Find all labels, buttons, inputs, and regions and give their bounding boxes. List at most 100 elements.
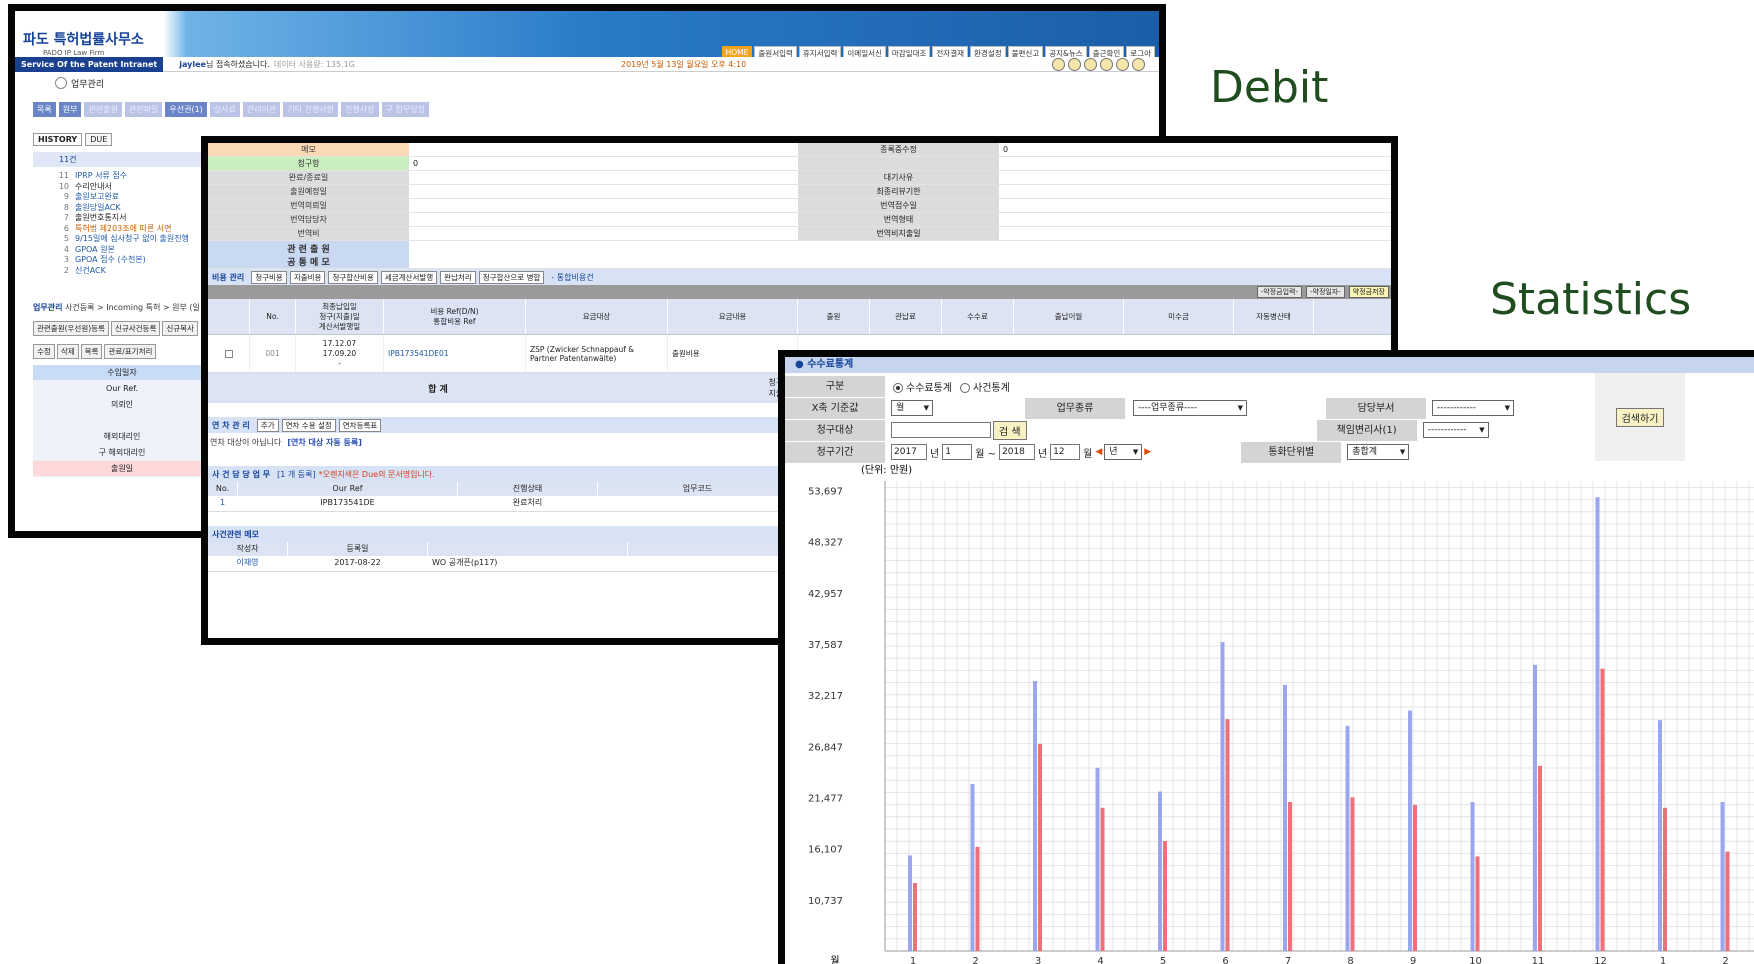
dept-select[interactable]: ------------ bbox=[1432, 400, 1514, 416]
cost-button[interactable]: 완납처리 bbox=[440, 270, 476, 284]
mail-icon[interactable] bbox=[1068, 57, 1081, 71]
next-arrow-icon[interactable]: ▶ bbox=[1144, 447, 1151, 457]
history-title[interactable]: 9/15일에 심사청구 없이 출원진행 bbox=[75, 234, 189, 245]
history-title[interactable]: 출원번호통지서 bbox=[75, 213, 127, 224]
case-tab[interactable]: 관련파일 bbox=[124, 102, 163, 117]
search-button[interactable]: 검색하기 bbox=[1615, 407, 1665, 427]
case-tab[interactable]: 구 업무일정 bbox=[381, 102, 429, 117]
fire-icon[interactable] bbox=[1116, 57, 1129, 71]
field-value[interactable] bbox=[409, 213, 798, 226]
print-icon[interactable] bbox=[1100, 57, 1113, 71]
field-value[interactable] bbox=[999, 213, 1388, 226]
history-row[interactable]: 8 출원당일ACK bbox=[33, 203, 213, 214]
history-title[interactable]: 특허법 제203조에 따른 서면 bbox=[75, 224, 172, 235]
field-value[interactable] bbox=[999, 199, 1388, 212]
from-month-input[interactable]: 1 bbox=[942, 444, 973, 460]
from-year-input[interactable]: 2017 bbox=[891, 444, 927, 460]
case-tab[interactable]: 우선권(1) bbox=[165, 102, 207, 117]
contract-field[interactable]: -약정금입력- bbox=[1256, 286, 1302, 298]
row-checkbox[interactable] bbox=[224, 349, 233, 358]
cost-button[interactable]: 청구비용 bbox=[251, 270, 287, 284]
action-button[interactable]: 목록 bbox=[80, 344, 103, 359]
unit-select[interactable]: 년 bbox=[1104, 444, 1143, 460]
annuity-button[interactable]: 추가 bbox=[256, 418, 279, 432]
field-value[interactable] bbox=[409, 227, 798, 240]
history-title[interactable]: 신건ACK bbox=[75, 266, 106, 277]
history-title[interactable]: 출원보고완료 bbox=[75, 192, 119, 203]
doc-icon[interactable] bbox=[1084, 57, 1097, 71]
field-value[interactable]: 0 bbox=[409, 157, 798, 170]
row-ref[interactable]: IPB173541DE01 bbox=[384, 335, 526, 372]
case-tab[interactable]: 목록 bbox=[33, 102, 56, 117]
field-value[interactable] bbox=[999, 185, 1388, 198]
action-button[interactable]: 관료/표기처리 bbox=[104, 344, 157, 359]
annuity-button[interactable]: 연차 수용 설정 bbox=[281, 418, 336, 432]
action-button[interactable]: 신규복사 bbox=[162, 321, 198, 336]
field-label: 완료/종료일 bbox=[208, 171, 409, 184]
field-value[interactable] bbox=[999, 171, 1388, 184]
annuity-button[interactable]: 연차등록표 bbox=[338, 418, 382, 432]
history-row[interactable]: 3 GPOA 접수 (수천본) bbox=[33, 255, 213, 266]
case-tab[interactable]: 진행사항 bbox=[341, 102, 379, 117]
case-tab[interactable]: 관련출원 bbox=[84, 102, 122, 117]
radio-fee[interactable]: 수수료통계 bbox=[893, 379, 952, 394]
action-button[interactable]: 신규사건등록 bbox=[110, 321, 161, 336]
contract-field[interactable]: 약정금저장 bbox=[1348, 286, 1389, 298]
header-checkbox[interactable] bbox=[208, 299, 250, 334]
history-row[interactable]: 10 수리안내서 bbox=[33, 182, 213, 193]
history-title[interactable]: 출원당일ACK bbox=[75, 203, 121, 214]
home-icon[interactable] bbox=[1052, 57, 1065, 71]
field-value[interactable] bbox=[409, 185, 798, 198]
type-label: 구분 bbox=[785, 375, 885, 397]
action-button[interactable]: 삭제 bbox=[56, 344, 79, 359]
cost-button[interactable]: 청구합산비용 bbox=[328, 270, 378, 284]
cost-link[interactable]: - 통합비용건 bbox=[551, 272, 593, 283]
x-axis-label: 월 bbox=[830, 955, 839, 964]
staff-cell[interactable]: IPB173541DE bbox=[238, 496, 458, 511]
history-row[interactable]: 2 신건ACK bbox=[33, 266, 213, 277]
field-value[interactable]: 0 bbox=[999, 143, 1388, 156]
cost-button[interactable]: 청구합산으로 병합 bbox=[478, 270, 545, 284]
work-select[interactable]: ----업무종류---- bbox=[1133, 400, 1247, 416]
bar bbox=[1663, 807, 1667, 951]
field-value[interactable] bbox=[409, 143, 798, 156]
action-button[interactable]: 관련출원(우선원)등록 bbox=[33, 321, 109, 336]
to-month-input[interactable]: 12 bbox=[1050, 444, 1081, 460]
history-title[interactable]: 수리안내서 bbox=[75, 182, 112, 193]
case-tab[interactable]: 실사료 bbox=[209, 102, 240, 117]
field-value[interactable] bbox=[999, 157, 1388, 170]
history-row[interactable]: 4 GPOA 원본 bbox=[33, 245, 213, 256]
case-tab[interactable]: 원부 bbox=[58, 102, 82, 117]
history-row[interactable]: 7 출원번호통지서 bbox=[33, 213, 213, 224]
annuity-link[interactable]: [연차 대상 자동 등록] bbox=[287, 438, 362, 447]
to-year-input[interactable]: 2018 bbox=[998, 444, 1035, 460]
target-search-button[interactable]: 검 색 bbox=[993, 420, 1027, 440]
history-row[interactable]: 11 IPRP 서류 접수 bbox=[33, 171, 213, 182]
contract-field[interactable]: -약정일자- bbox=[1305, 286, 1345, 298]
history-row[interactable]: 5 9/15일에 심사청구 없이 출원진행 bbox=[33, 234, 213, 245]
cost-button[interactable]: 세금계산서발행 bbox=[380, 270, 438, 284]
action-button[interactable]: 수정 bbox=[33, 344, 55, 359]
history-title[interactable]: GPOA 원본 bbox=[75, 245, 115, 256]
tab-history[interactable]: HISTORY bbox=[33, 133, 83, 146]
field-value[interactable] bbox=[409, 199, 798, 212]
history-title[interactable]: IPRP 서류 접수 bbox=[75, 171, 127, 182]
xaxis-select[interactable]: 월 bbox=[891, 400, 933, 416]
target-input[interactable] bbox=[891, 422, 991, 438]
attorney-select[interactable]: ------------ bbox=[1422, 422, 1489, 438]
currency-select[interactable]: 총합계 bbox=[1347, 444, 1410, 460]
case-tab[interactable]: 관리이관 bbox=[242, 102, 281, 117]
history-row[interactable]: 9 출원보고완료 bbox=[33, 192, 213, 203]
tab-due[interactable]: DUE bbox=[85, 133, 113, 146]
user-icon[interactable] bbox=[1132, 57, 1145, 71]
radio-case[interactable]: 사건통계 bbox=[960, 379, 1010, 394]
y-tick-label: 32,217 bbox=[808, 691, 843, 702]
case-tab[interactable]: 기타 진행사항 bbox=[283, 102, 339, 117]
history-title[interactable]: GPOA 접수 (수천본) bbox=[75, 255, 146, 266]
field-value[interactable] bbox=[409, 171, 798, 184]
history-row[interactable]: 6 특허법 제203조에 따른 서면 bbox=[33, 224, 213, 235]
prev-arrow-icon[interactable]: ◀ bbox=[1095, 447, 1102, 457]
field-value[interactable] bbox=[999, 227, 1388, 240]
cost-button[interactable]: 지출비용 bbox=[289, 270, 326, 284]
bar bbox=[1163, 841, 1167, 951]
